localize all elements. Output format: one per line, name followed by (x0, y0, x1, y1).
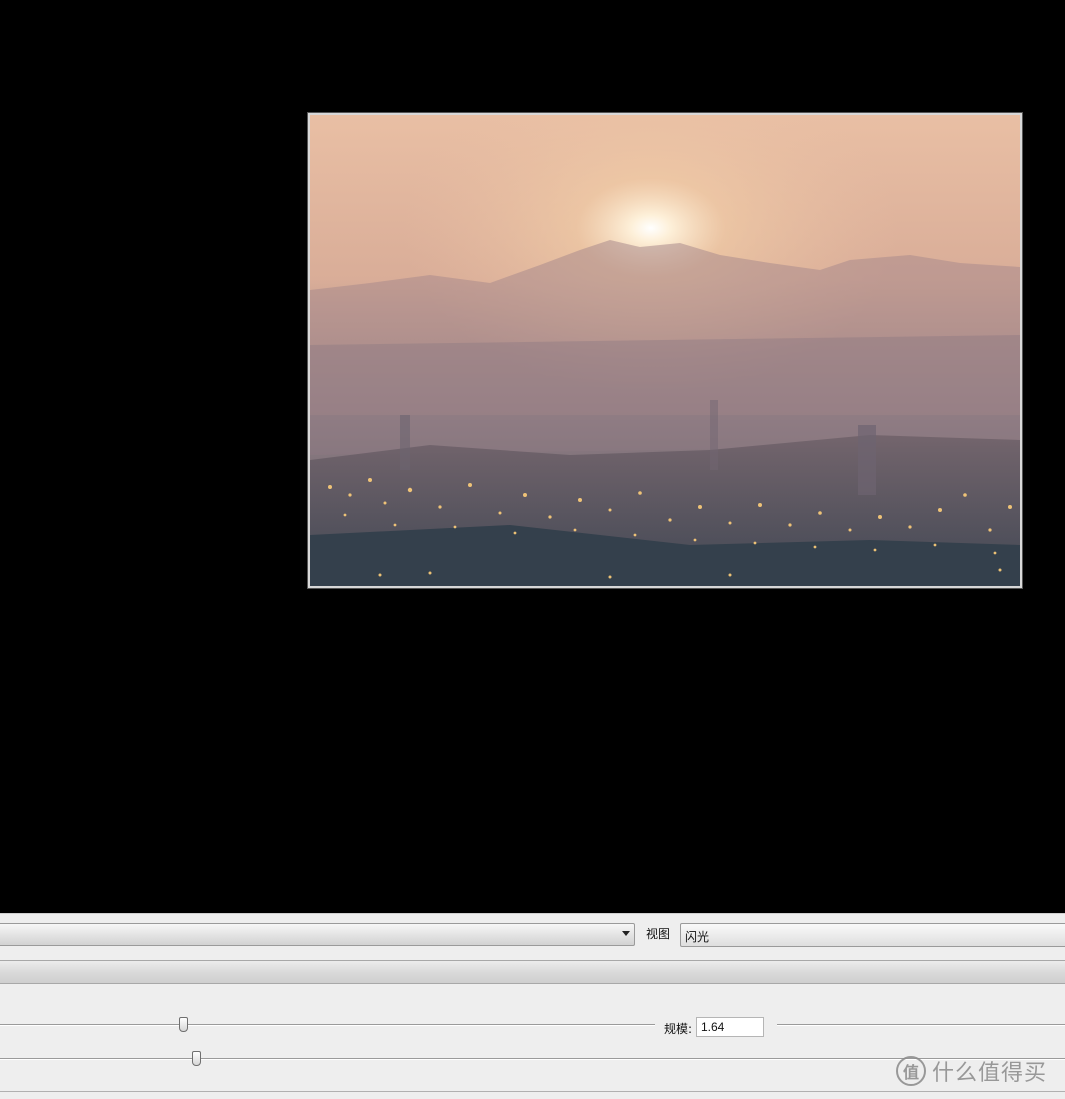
preset-dropdown[interactable] (0, 923, 635, 946)
image-viewport (0, 0, 1065, 913)
slider-1-track-right[interactable] (777, 1024, 1065, 1026)
view-dropdown[interactable]: 闪光 (680, 923, 1065, 947)
photo-preview (307, 112, 1023, 589)
scale-input[interactable] (696, 1017, 764, 1037)
panel-divider (0, 1091, 1065, 1092)
view-dropdown-value: 闪光 (685, 930, 710, 944)
toolbar-strip (0, 960, 1065, 984)
scale-label: 规模: (664, 1022, 693, 1036)
watermark: 值 什么值得买 (896, 1052, 1047, 1090)
slider-1-track-left[interactable] (0, 1024, 655, 1026)
watermark-logo: 值 (896, 1056, 926, 1086)
slider-2-thumb[interactable] (192, 1051, 201, 1066)
watermark-text: 什么值得买 (932, 1061, 1048, 1086)
preview-image (310, 115, 1020, 586)
chevron-down-icon[interactable] (622, 931, 630, 936)
view-label: 视图 (646, 927, 671, 941)
slider-1-thumb[interactable] (179, 1017, 188, 1032)
